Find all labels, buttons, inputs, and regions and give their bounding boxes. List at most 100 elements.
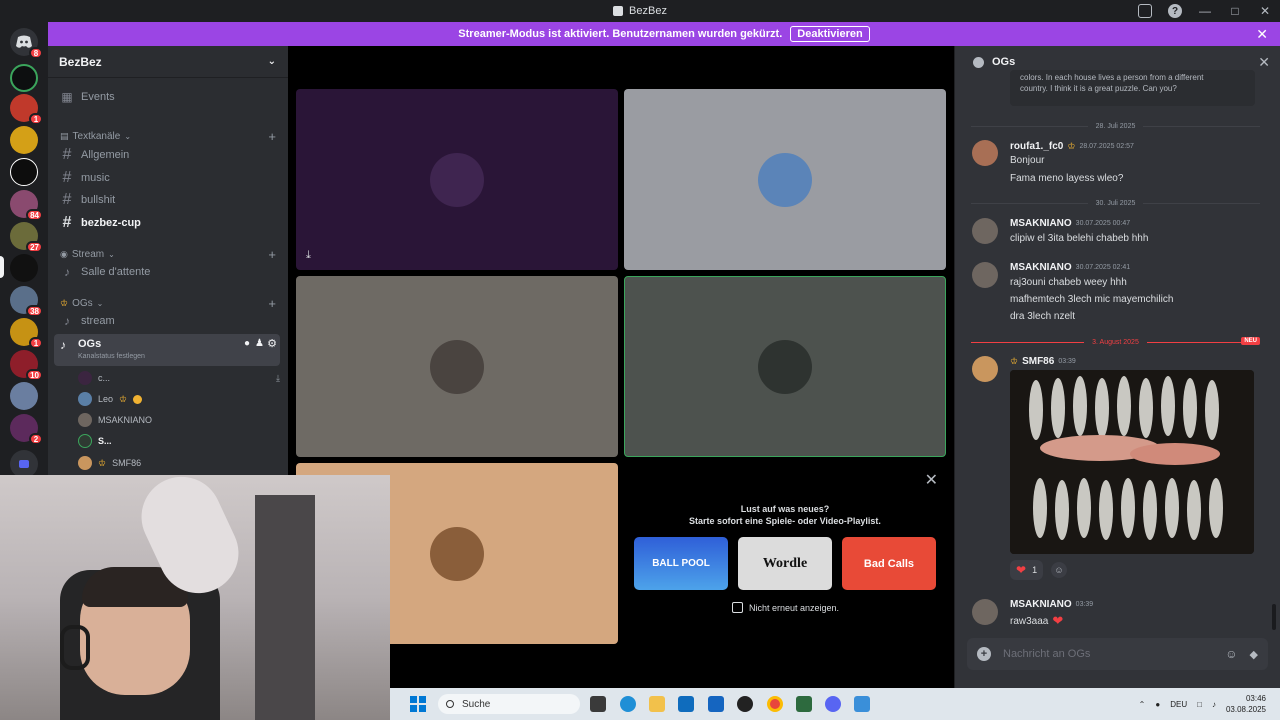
scrollbar[interactable] <box>1272 604 1276 630</box>
voice-channel-stream[interactable]: ♪ stream <box>54 310 282 332</box>
game-8ball-pool[interactable]: BALL POOL <box>634 537 728 590</box>
message-input[interactable]: Nachricht an OGs <box>1003 648 1213 660</box>
emoji-icon[interactable]: ☺ <box>1225 647 1237 661</box>
add-channel-icon[interactable]: + <box>268 129 276 144</box>
badge: 27 <box>26 241 43 253</box>
server-icon-selected[interactable] <box>10 254 38 282</box>
microphone-icon[interactable]: ● <box>1155 700 1160 709</box>
avatar[interactable] <box>972 356 998 382</box>
voice-member[interactable]: c... ⤓ <box>78 368 280 388</box>
home-button[interactable]: 8 <box>10 28 43 59</box>
channel-allgemein[interactable]: # Allgemein <box>54 144 282 166</box>
network-icon[interactable]: □ <box>1197 700 1202 709</box>
edge-icon[interactable] <box>620 696 636 712</box>
add-member-icon[interactable]: ♟ <box>255 338 264 349</box>
message-author[interactable]: MSAKNIANO 30.07.2025 00:47 <box>1010 218 1130 229</box>
dont-show-again[interactable]: Nicht erneut anzeigen. <box>732 602 839 613</box>
voice-channel-ogs-active[interactable]: ♪ OGs Kanalstatus festlegen ● ♟ ⚙ <box>54 334 280 366</box>
voice-member[interactable]: S... <box>78 431 280 451</box>
add-reaction-button[interactable]: ☺ <box>1051 562 1067 578</box>
message-text: dra 3lech nzelt <box>1010 311 1076 322</box>
server-icon[interactable]: 10 <box>10 350 43 381</box>
video-tile[interactable] <box>296 276 618 457</box>
minimize-button[interactable]: — <box>1190 4 1220 18</box>
voice-member[interactable]: MSAKNIANO <box>78 410 280 430</box>
chat-icon[interactable]: ● <box>244 338 250 349</box>
server-icon[interactable]: 1 <box>10 94 43 125</box>
checkbox[interactable] <box>732 602 743 613</box>
server-icon[interactable]: 27 <box>10 222 43 253</box>
volume-icon[interactable]: ♪ <box>1212 700 1216 709</box>
reaction-heart[interactable]: ❤ 1 <box>1010 560 1044 580</box>
obs-icon[interactable] <box>737 696 753 712</box>
category-ogs[interactable]: ♔ OGs ⌄ + <box>60 296 276 311</box>
avatar[interactable] <box>972 262 998 288</box>
video-tile[interactable] <box>624 89 946 270</box>
server-icon[interactable]: 2 <box>10 414 43 445</box>
message-author[interactable]: roufa1._fc0 ♔ 28.07.2025 02:57 <box>1010 141 1134 152</box>
voice-member[interactable]: Leo ♔ <box>78 389 280 409</box>
server-icon[interactable] <box>10 64 38 92</box>
language-indicator[interactable]: DEU <box>1170 700 1187 709</box>
crown-icon: ♔ <box>60 297 69 308</box>
start-button[interactable] <box>410 696 426 712</box>
channel-status[interactable]: Kanalstatus festlegen <box>78 353 145 360</box>
app-icon[interactable] <box>796 696 812 712</box>
clock[interactable]: 03:46 03.08.2025 <box>1226 693 1266 715</box>
explorer-icon[interactable] <box>649 696 665 712</box>
avatar[interactable] <box>972 140 998 166</box>
video-tile[interactable]: ⤓ <box>296 89 618 270</box>
date-divider: 28. Juli 2025 <box>971 120 1260 132</box>
gear-icon[interactable]: ⚙ <box>267 337 277 350</box>
game-bad-calls[interactable]: Bad Calls <box>842 537 936 590</box>
message-author[interactable]: MSAKNIANO 03:39 <box>1010 599 1093 610</box>
server-icon[interactable] <box>10 158 38 186</box>
server-icon[interactable]: 84 <box>10 190 43 221</box>
help-icon[interactable]: ? <box>1168 4 1182 18</box>
webcam-overlay <box>0 475 390 720</box>
message-author[interactable]: ♔ SMF86 03:39 <box>1010 356 1076 367</box>
message-author[interactable]: MSAKNIANO 30.07.2025 02:41 <box>1010 262 1130 273</box>
plus-circle-icon[interactable]: + <box>977 647 991 661</box>
category-textkanaele[interactable]: ▤ Textkanäle ⌄ + <box>60 129 276 144</box>
outlook-icon[interactable] <box>678 696 694 712</box>
close-promo-icon[interactable]: ✕ <box>925 470 938 490</box>
close-chat-icon[interactable]: ✕ <box>1258 54 1270 71</box>
events-item[interactable]: ▦ Events <box>54 86 282 108</box>
chrome-icon[interactable] <box>767 696 783 712</box>
message-time: 03:39 <box>1075 601 1094 608</box>
channel-music[interactable]: # music <box>54 167 282 189</box>
channel-bezbez-cup[interactable]: # bezbez-cup <box>54 212 282 234</box>
server-icon[interactable]: 1 <box>10 318 43 349</box>
task-view-icon[interactable] <box>590 696 606 712</box>
server-icon[interactable] <box>10 382 38 410</box>
close-banner-icon[interactable]: ✕ <box>1256 26 1268 43</box>
add-channel-icon[interactable]: + <box>268 247 276 262</box>
avatar[interactable] <box>972 599 998 625</box>
add-channel-icon[interactable]: + <box>268 296 276 311</box>
channel-salle-dattente[interactable]: ♪ Salle d'attente <box>54 261 282 283</box>
chevron-up-icon[interactable]: ⌃ <box>1139 700 1146 709</box>
window-controls: ? — □ ✕ <box>1130 0 1280 22</box>
message-image-fish[interactable] <box>1010 370 1254 554</box>
video-tile-speaking[interactable] <box>624 276 946 457</box>
deactivate-button[interactable]: Deaktivieren <box>790 26 870 42</box>
maximize-button[interactable]: □ <box>1220 4 1250 18</box>
game-wordle[interactable]: Wordle <box>738 537 832 590</box>
app-icon[interactable] <box>854 696 870 712</box>
store-icon[interactable] <box>708 696 724 712</box>
inbox-icon[interactable] <box>1138 4 1152 18</box>
taskbar-search[interactable]: Suche <box>438 694 580 714</box>
discord-taskbar-icon[interactable] <box>825 696 841 712</box>
server-icon[interactable] <box>10 126 38 154</box>
gamepad-icon[interactable]: ◆ <box>1250 648 1258 661</box>
server-icon[interactable]: 38 <box>10 286 43 317</box>
channel-bullshit[interactable]: # bullshit <box>54 189 282 211</box>
avatar[interactable] <box>972 218 998 244</box>
category-stream[interactable]: ◉ Stream ⌄ + <box>60 247 276 262</box>
folder-button[interactable] <box>10 450 38 478</box>
close-window-button[interactable]: ✕ <box>1250 4 1280 18</box>
voice-member[interactable]: ♔ SMF86 <box>78 453 280 473</box>
heart-icon: ❤ <box>1016 563 1027 577</box>
server-header[interactable]: BezBez ⌄ <box>48 46 288 78</box>
